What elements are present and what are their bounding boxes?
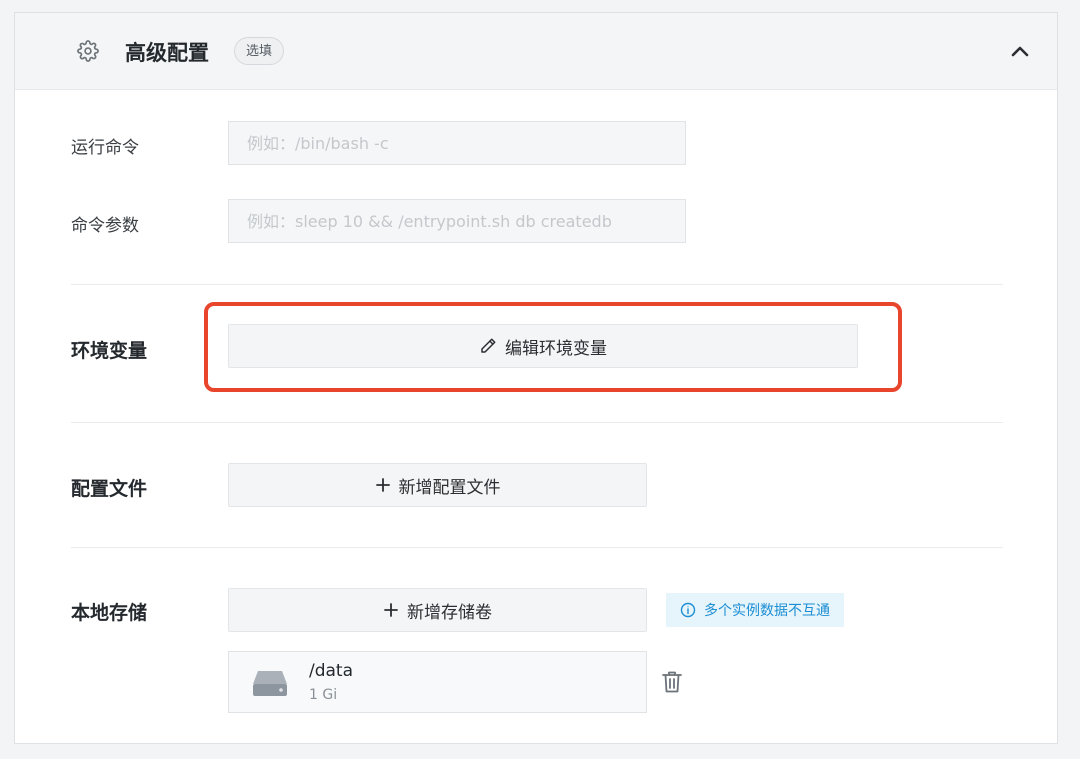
env-label: 环境变量: [71, 340, 148, 362]
panel-header[interactable]: 高级配置 选填: [15, 13, 1057, 90]
args-label: 命令参数: [71, 216, 139, 236]
volume-path: /data: [309, 661, 354, 681]
volume-size: 1 Gi: [309, 687, 338, 703]
config-files-label: 配置文件: [71, 478, 148, 500]
command-input[interactable]: [228, 121, 686, 165]
gear-icon: [77, 40, 99, 62]
add-volume-button[interactable]: 新增存储卷: [228, 588, 647, 632]
divider: [71, 284, 1003, 285]
edit-env-button[interactable]: 编辑环境变量: [228, 324, 858, 368]
args-input[interactable]: [228, 199, 686, 243]
data-isolation-notice: 多个实例数据不互通: [666, 593, 844, 627]
optional-badge: 选填: [234, 37, 285, 65]
hard-disk-icon: [253, 671, 287, 696]
add-volume-label: 新增存储卷: [407, 602, 492, 623]
command-label: 运行命令: [71, 138, 139, 158]
divider: [71, 422, 1003, 423]
panel-title: 高级配置: [125, 41, 209, 65]
add-config-file-label: 新增配置文件: [398, 477, 501, 498]
storage-label: 本地存储: [71, 602, 148, 624]
notice-text: 多个实例数据不互通: [704, 603, 830, 619]
advanced-config-panel: 高级配置 选填 运行命令 命令参数 环境变量 编辑环境变量 配置文件 新增配置文…: [14, 12, 1058, 744]
info-icon: [680, 602, 696, 618]
divider: [71, 547, 1003, 548]
chevron-up-icon[interactable]: [1009, 41, 1031, 61]
pencil-icon: [481, 338, 496, 353]
trash-icon[interactable]: [661, 670, 683, 694]
add-config-file-button[interactable]: 新增配置文件: [228, 463, 647, 507]
plus-icon: [375, 478, 390, 492]
edit-env-button-label: 编辑环境变量: [505, 338, 607, 359]
plus-icon: [384, 603, 398, 617]
volume-item[interactable]: /data 1 Gi: [228, 651, 647, 713]
